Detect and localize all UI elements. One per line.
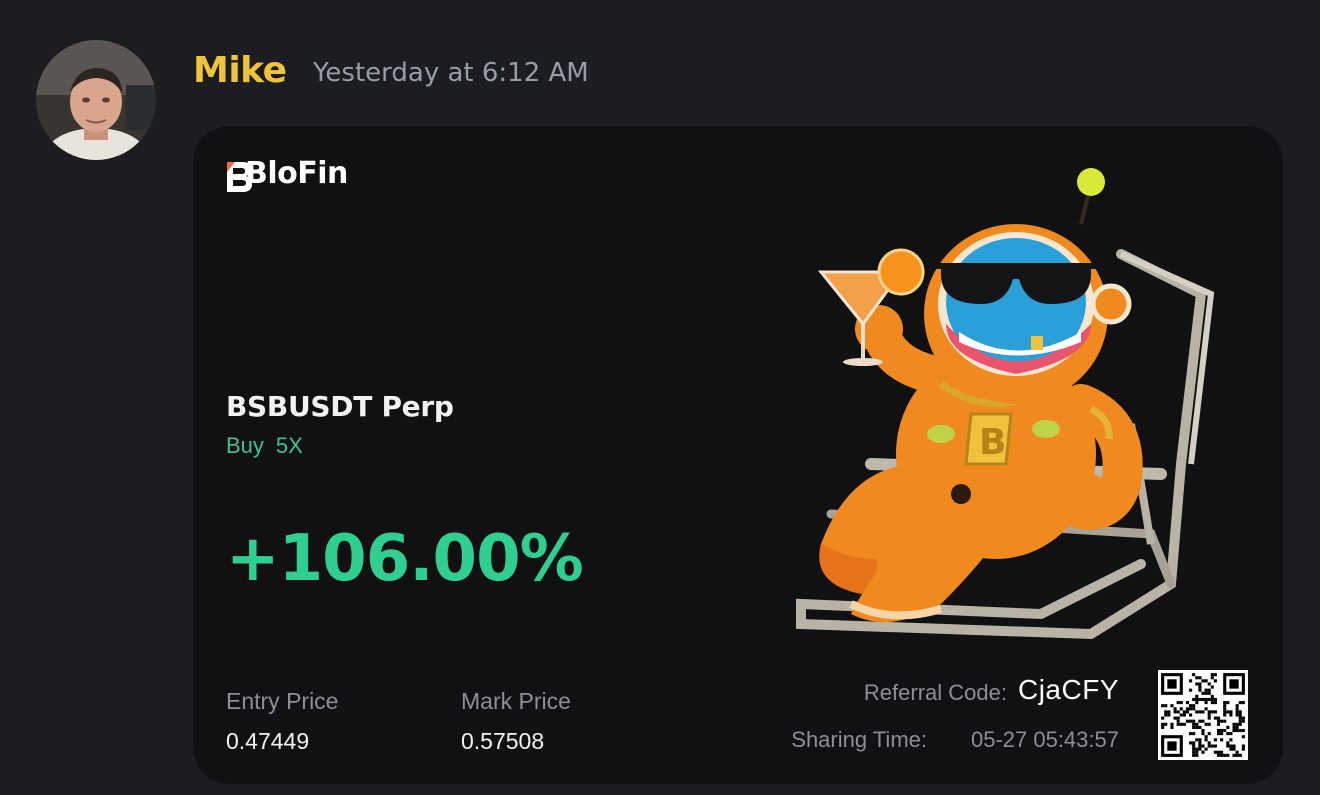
avatar[interactable]: [36, 40, 156, 160]
mark-price-value: 0.57508: [461, 728, 545, 754]
pnl-percentage: +106.00%: [226, 522, 584, 596]
referral-code-value: CjaCFY: [1017, 674, 1119, 705]
qr-code-icon: [1158, 670, 1248, 760]
brand-name: BloFin: [245, 156, 348, 191]
trade-share-card[interactable]: BloFin BSBUSDT Perp Buy 5X +106.00% Entry…: [193, 126, 1283, 784]
trading-pair: BSBUSDT Perp: [226, 390, 454, 423]
mascot-lounging-icon: B: [796, 168, 1215, 640]
position-side: Buy 5X: [226, 433, 315, 459]
entry-price-value: 0.47449: [226, 728, 310, 754]
referral-code-label: Referral Code:: [863, 680, 1007, 705]
sharing-time-label: Sharing Time:: [791, 727, 927, 752]
leverage-label: 5X: [275, 433, 303, 458]
message-timestamp: Yesterday at 6:12 AM: [313, 58, 589, 88]
svg-text:B: B: [979, 422, 1006, 463]
user-avatar-icon: [36, 40, 156, 160]
entry-price-label: Entry Price: [226, 688, 339, 714]
qr-code[interactable]: [1158, 670, 1248, 760]
side-label: Buy: [226, 433, 264, 458]
sharing-time-value: 05-27 05:43:57: [970, 727, 1119, 752]
mark-price-label: Mark Price: [461, 688, 571, 714]
author-name[interactable]: Mike: [193, 50, 287, 91]
